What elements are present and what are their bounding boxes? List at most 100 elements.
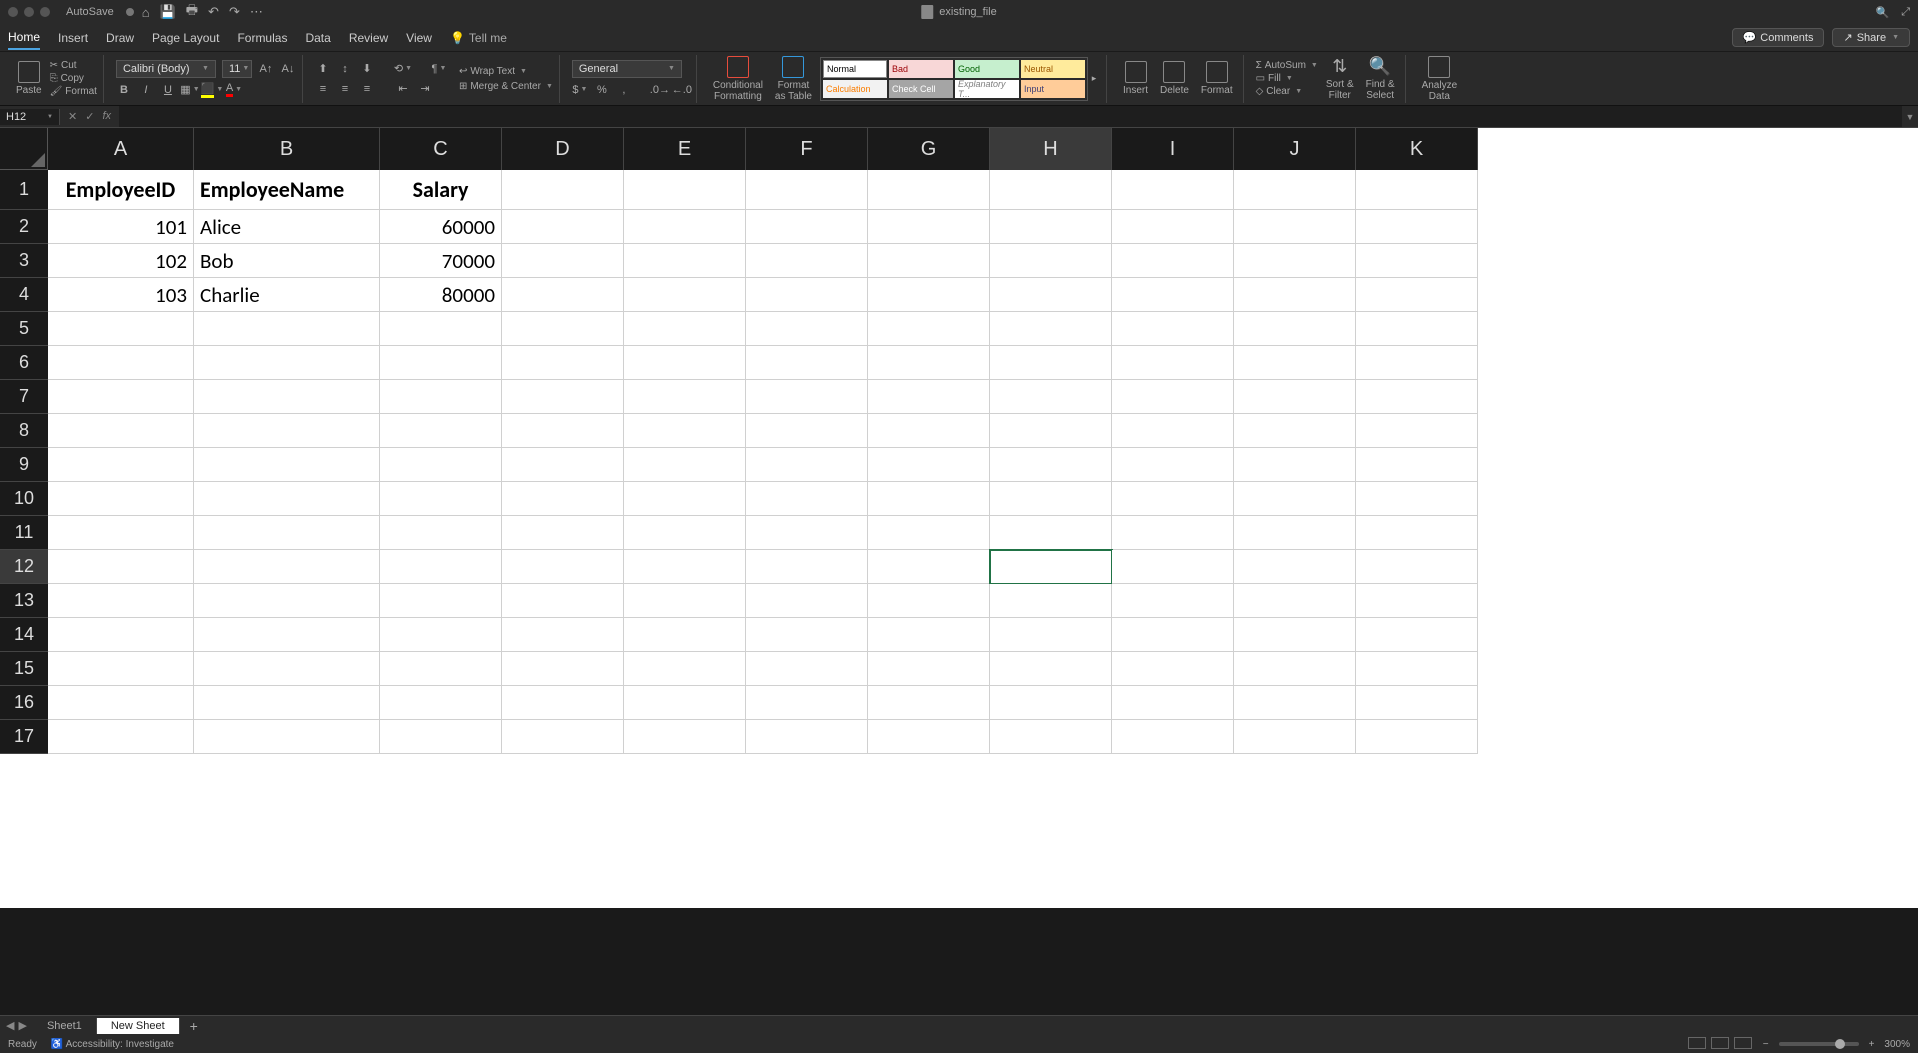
style-neutral[interactable]: Neutral — [1021, 60, 1085, 78]
cell-D15[interactable] — [502, 652, 624, 686]
cell-F5[interactable] — [746, 312, 868, 346]
cell-A4[interactable]: 103 — [48, 278, 194, 312]
cell-G11[interactable] — [868, 516, 990, 550]
cell-H14[interactable] — [990, 618, 1112, 652]
cell-C8[interactable] — [380, 414, 502, 448]
zoom-in-button[interactable]: + — [1869, 1039, 1875, 1050]
tab-home[interactable]: Home — [8, 26, 40, 50]
cell-J1[interactable] — [1234, 170, 1356, 210]
cell-K6[interactable] — [1356, 346, 1478, 380]
cell-D3[interactable] — [502, 244, 624, 278]
cell-H1[interactable] — [990, 170, 1112, 210]
cell-K3[interactable] — [1356, 244, 1478, 278]
increase-indent-button[interactable]: ⇥ — [417, 81, 433, 97]
cell-K9[interactable] — [1356, 448, 1478, 482]
cell-B3[interactable]: Bob — [194, 244, 380, 278]
cell-C9[interactable] — [380, 448, 502, 482]
accessibility-status[interactable]: ♿ Accessibility: Investigate — [51, 1039, 174, 1050]
cell-K14[interactable] — [1356, 618, 1478, 652]
cell-B13[interactable] — [194, 584, 380, 618]
cell-A7[interactable] — [48, 380, 194, 414]
page-break-view-button[interactable] — [1734, 1037, 1752, 1049]
cell-A11[interactable] — [48, 516, 194, 550]
cell-D10[interactable] — [502, 482, 624, 516]
column-header-B[interactable]: B — [194, 128, 380, 170]
tab-page-layout[interactable]: Page Layout — [152, 27, 219, 49]
column-header-H[interactable]: H — [990, 128, 1112, 170]
copy-button[interactable]: ⎘Copy — [50, 73, 97, 84]
cell-A9[interactable] — [48, 448, 194, 482]
cell-I2[interactable] — [1112, 210, 1234, 244]
cell-K8[interactable] — [1356, 414, 1478, 448]
share-button[interactable]: ↗ Share ▼ — [1832, 28, 1910, 47]
cell-C5[interactable] — [380, 312, 502, 346]
cell-I3[interactable] — [1112, 244, 1234, 278]
sort-filter-button[interactable]: ⇅Sort & Filter — [1322, 54, 1358, 103]
cell-F8[interactable] — [746, 414, 868, 448]
cell-I13[interactable] — [1112, 584, 1234, 618]
cell-E7[interactable] — [624, 380, 746, 414]
bold-button[interactable]: B — [116, 82, 132, 98]
cell-B11[interactable] — [194, 516, 380, 550]
cell-A16[interactable] — [48, 686, 194, 720]
cell-I17[interactable] — [1112, 720, 1234, 754]
font-size-dropdown[interactable]: 11▼ — [222, 60, 252, 78]
row-header-3[interactable]: 3 — [0, 244, 48, 278]
cell-J17[interactable] — [1234, 720, 1356, 754]
clear-button[interactable]: ◇Clear▼ — [1256, 86, 1318, 97]
cell-A6[interactable] — [48, 346, 194, 380]
formula-input[interactable] — [119, 106, 1902, 127]
collapse-ribbon-icon[interactable]: ⤢ — [1901, 6, 1910, 19]
style-bad[interactable]: Bad — [889, 60, 953, 78]
cell-D7[interactable] — [502, 380, 624, 414]
indent-direction-button[interactable]: ¶▼ — [431, 61, 447, 77]
style-good[interactable]: Good — [955, 60, 1019, 78]
cell-D14[interactable] — [502, 618, 624, 652]
borders-button[interactable]: ▦▼ — [182, 82, 198, 98]
cell-B8[interactable] — [194, 414, 380, 448]
cell-G13[interactable] — [868, 584, 990, 618]
cell-I12[interactable] — [1112, 550, 1234, 584]
row-header-14[interactable]: 14 — [0, 618, 48, 652]
cell-H17[interactable] — [990, 720, 1112, 754]
cell-F2[interactable] — [746, 210, 868, 244]
cell-B7[interactable] — [194, 380, 380, 414]
cell-B2[interactable]: Alice — [194, 210, 380, 244]
cell-C1[interactable]: Salary — [380, 170, 502, 210]
cell-H13[interactable] — [990, 584, 1112, 618]
cell-F1[interactable] — [746, 170, 868, 210]
cell-E14[interactable] — [624, 618, 746, 652]
cell-H7[interactable] — [990, 380, 1112, 414]
column-header-D[interactable]: D — [502, 128, 624, 170]
column-header-J[interactable]: J — [1234, 128, 1356, 170]
cell-D6[interactable] — [502, 346, 624, 380]
number-format-dropdown[interactable]: General▼ — [572, 60, 682, 78]
cell-B17[interactable] — [194, 720, 380, 754]
row-header-11[interactable]: 11 — [0, 516, 48, 550]
cell-D8[interactable] — [502, 414, 624, 448]
column-header-F[interactable]: F — [746, 128, 868, 170]
undo-icon[interactable]: ↶ — [208, 4, 219, 20]
align-middle-button[interactable]: ↕ — [337, 61, 353, 77]
cell-K2[interactable] — [1356, 210, 1478, 244]
cell-A1[interactable]: EmployeeID — [48, 170, 194, 210]
close-window-icon[interactable] — [8, 7, 18, 17]
cell-A3[interactable]: 102 — [48, 244, 194, 278]
cell-J14[interactable] — [1234, 618, 1356, 652]
sheet-tab-new-sheet[interactable]: New Sheet — [97, 1018, 180, 1034]
merge-center-button[interactable]: ⊞Merge & Center▼ — [459, 81, 553, 92]
cell-J5[interactable] — [1234, 312, 1356, 346]
cell-C16[interactable] — [380, 686, 502, 720]
autosave-label[interactable]: AutoSave — [66, 6, 114, 18]
cell-I14[interactable] — [1112, 618, 1234, 652]
format-as-table-button[interactable]: Format as Table — [771, 54, 816, 104]
cut-button[interactable]: ✂Cut — [50, 60, 97, 71]
more-icon[interactable]: ⋯ — [250, 4, 263, 20]
cell-B4[interactable]: Charlie — [194, 278, 380, 312]
cell-B14[interactable] — [194, 618, 380, 652]
redo-icon[interactable]: ↷ — [229, 4, 240, 20]
cell-K13[interactable] — [1356, 584, 1478, 618]
cell-B10[interactable] — [194, 482, 380, 516]
cell-F3[interactable] — [746, 244, 868, 278]
cell-H8[interactable] — [990, 414, 1112, 448]
